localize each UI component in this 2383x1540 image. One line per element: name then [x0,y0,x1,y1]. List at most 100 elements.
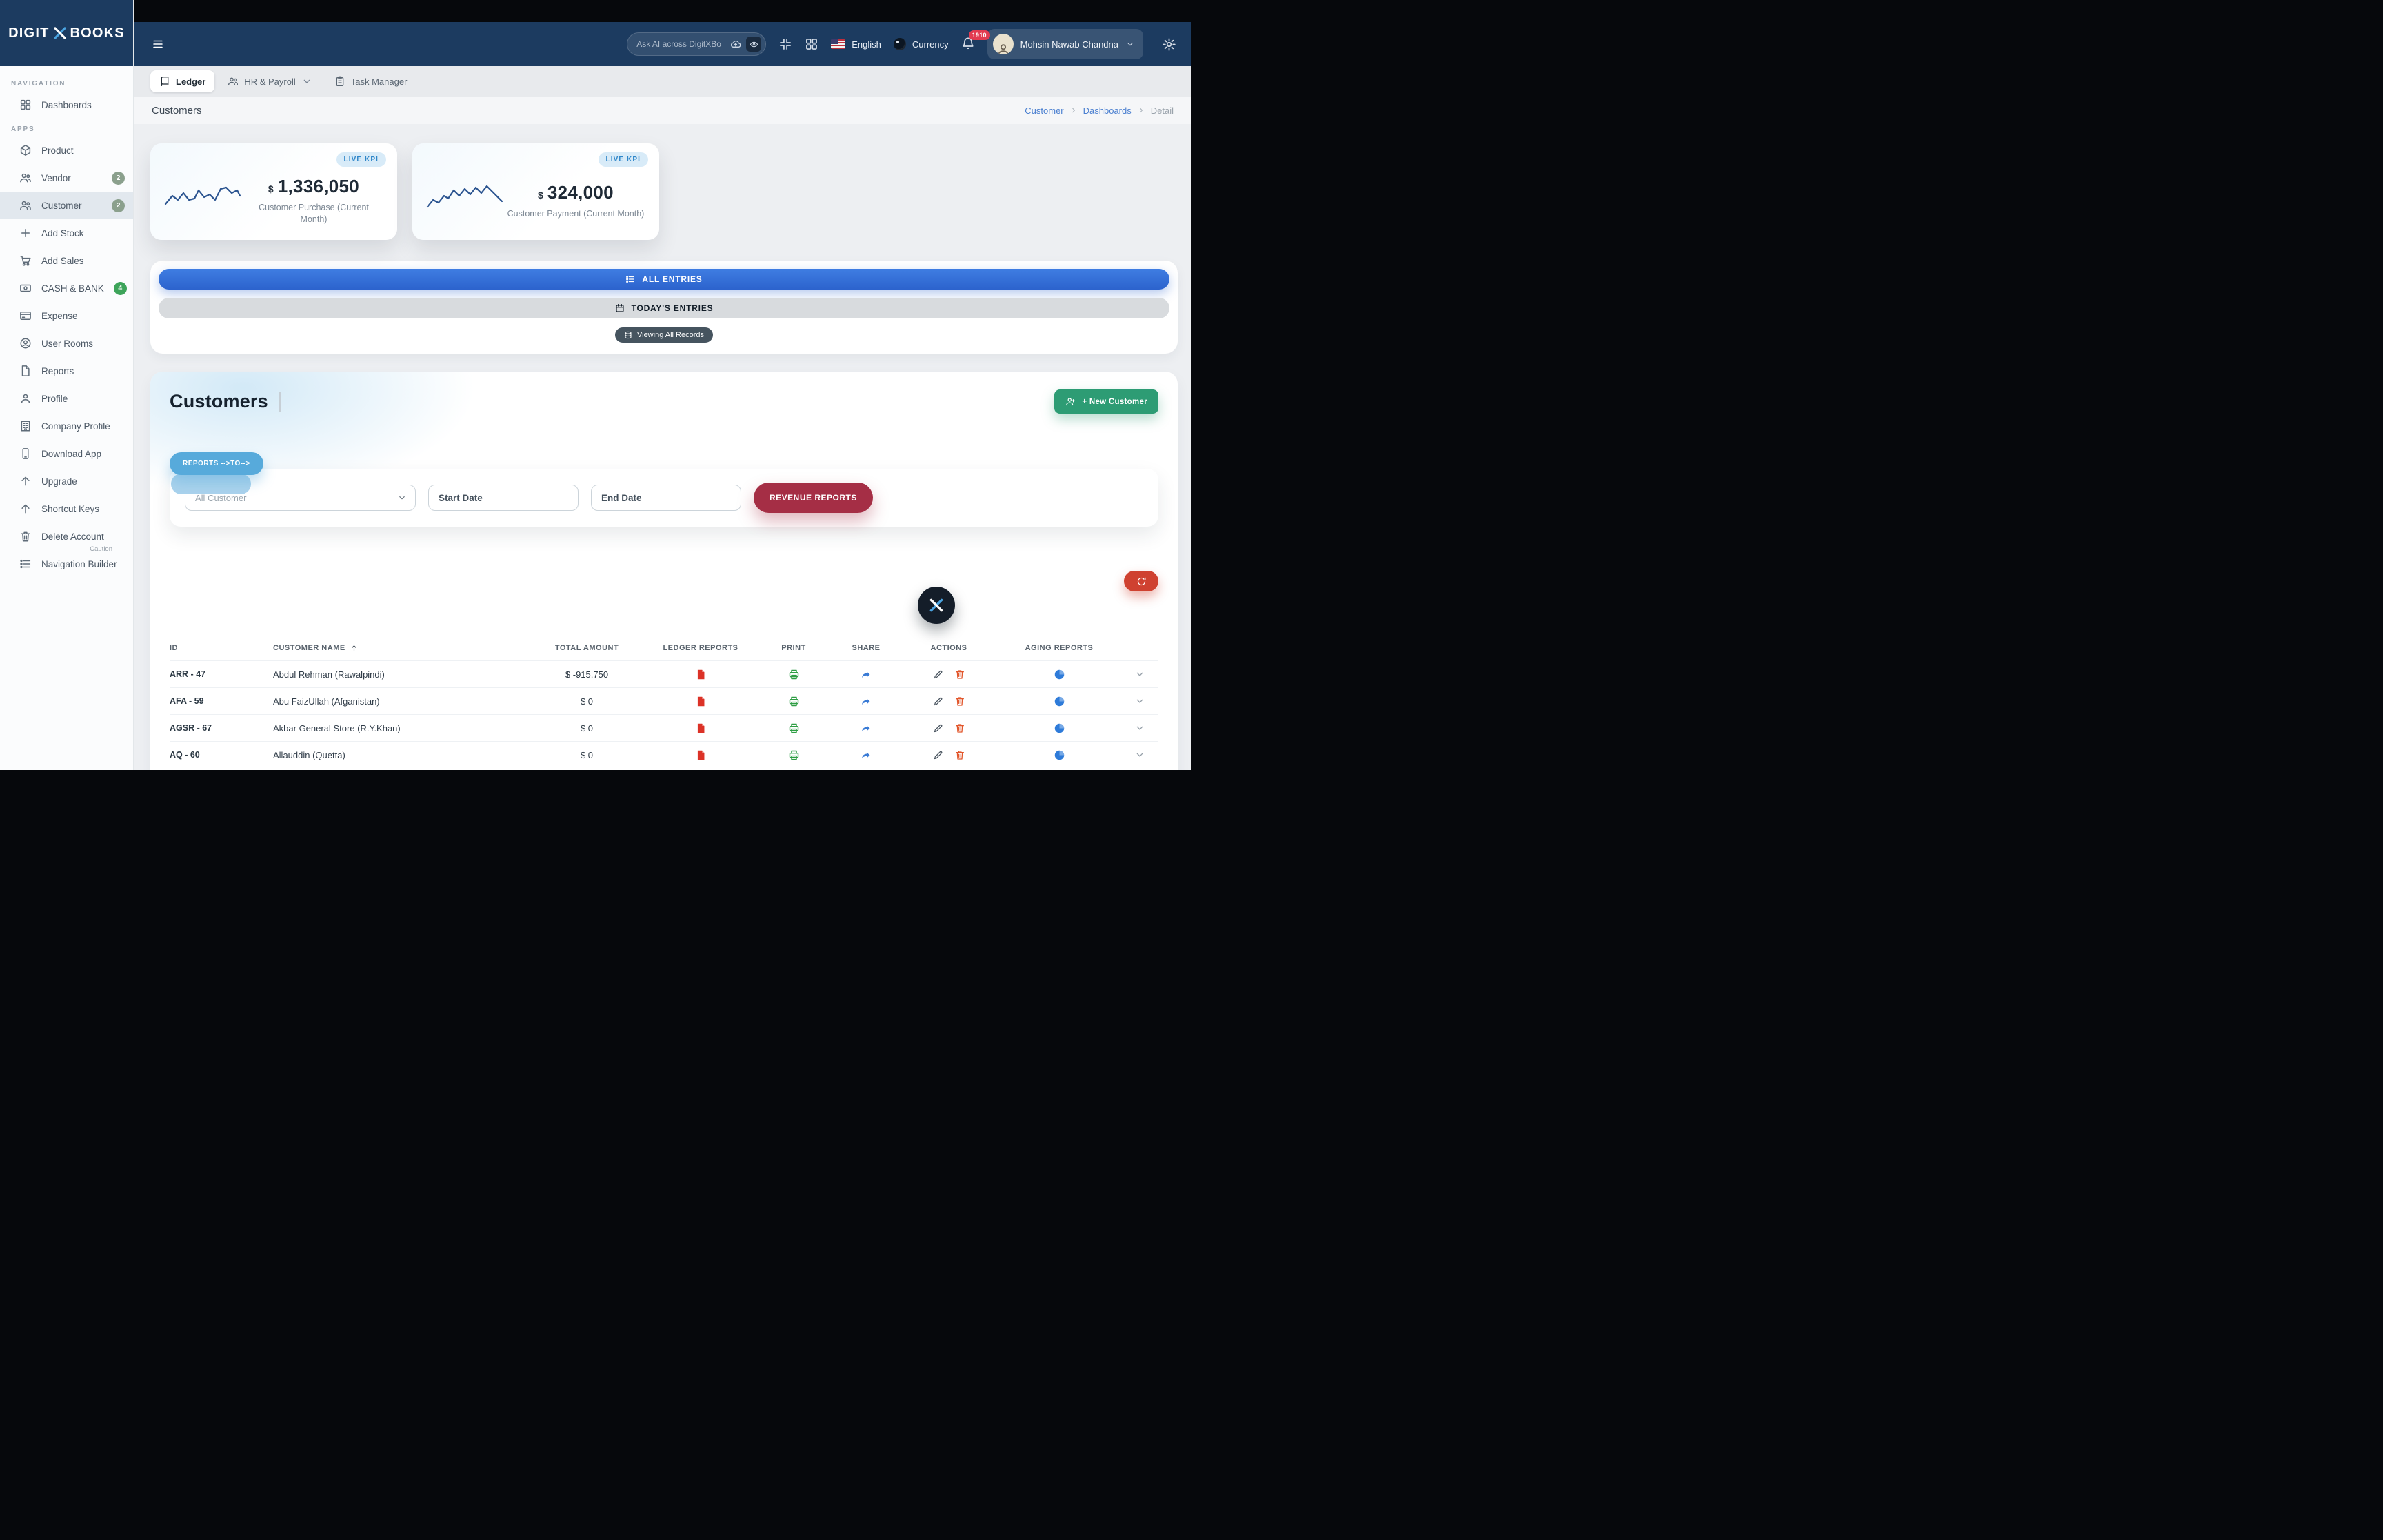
pdf-icon[interactable] [695,696,707,707]
sidebar-item-profile[interactable]: Profile [0,385,133,412]
sidebar-nav: NAVIGATION Dashboards APPS Product Vendo… [0,66,133,770]
share-icon[interactable] [861,696,872,707]
sidebar-item-add-stock[interactable]: Add Stock [0,219,133,247]
aging-report-icon[interactable] [1054,696,1065,707]
user-menu[interactable]: Mohsin Nawab Chandna [987,29,1143,59]
ai-search-input[interactable] [636,39,725,49]
visibility-toggle-button[interactable] [746,37,761,52]
print-icon[interactable] [788,749,800,761]
apps-grid-icon[interactable] [805,37,818,51]
revenue-reports-button[interactable]: REVENUE REPORTS [754,483,873,513]
new-customer-label: + New Customer [1082,398,1147,406]
tab-label: Task Manager [351,77,408,87]
header-id: ID [170,644,178,652]
sidebar-item-expense[interactable]: Expense [0,302,133,330]
aging-report-icon[interactable] [1054,722,1065,734]
fullscreen-icon[interactable] [778,37,792,51]
language-selector[interactable]: English [831,39,881,50]
pdf-icon[interactable] [695,722,707,734]
sidebar-item-upgrade[interactable]: Upgrade [0,467,133,495]
customers-heading: Customers [170,391,268,412]
print-icon[interactable] [788,722,800,734]
clipboard-icon [334,76,345,87]
arrow-up-icon [19,475,32,487]
header-print: PRINT [781,644,806,652]
sidebar-item-shortcut-keys[interactable]: Shortcut Keys [0,495,133,523]
edit-icon[interactable] [933,723,943,733]
breadcrumb-customer[interactable]: Customer [1025,105,1063,116]
sidebar-item-add-sales[interactable]: Add Sales [0,247,133,274]
edit-icon[interactable] [933,696,943,707]
share-icon[interactable] [861,749,872,761]
cloud-upload-icon[interactable] [730,39,741,50]
table-row[interactable]: AFA - 59 Abu FaizUllah (Afganistan) $ 0 [170,687,1158,714]
app-logo[interactable]: DIGIT BOOKS [0,0,133,66]
refresh-button[interactable] [1124,571,1158,591]
aging-report-icon[interactable] [1054,669,1065,680]
todays-entries-button[interactable]: TODAY'S ENTRIES [159,298,1169,318]
sidebar-item-user-rooms[interactable]: User Rooms [0,330,133,357]
share-icon[interactable] [861,669,872,680]
tab-task-manager[interactable]: Task Manager [325,70,416,92]
expand-row-icon[interactable] [1134,722,1145,733]
viewing-records-pill[interactable]: Viewing All Records [615,327,713,343]
total-amount: $ 0 [581,696,593,707]
user-name: Mohsin Nawab Chandna [1020,39,1118,50]
aging-report-icon[interactable] [1054,749,1065,761]
table-row[interactable]: AGSR - 67 Akbar General Store (R.Y.Khan)… [170,714,1158,741]
sidebar-item-download-app[interactable]: Download App [0,440,133,467]
tab-hr-payroll[interactable]: HR & Payroll [219,70,321,92]
plus-icon [19,227,32,239]
kpi-card-customer-payment: LIVE KPI $ 324,000 Customer Payment (Cur… [412,143,659,240]
start-date-input[interactable] [428,485,579,511]
print-icon[interactable] [788,669,800,680]
expand-row-icon[interactable] [1134,696,1145,707]
share-icon[interactable] [861,722,872,734]
edit-icon[interactable] [933,669,943,680]
expand-row-icon[interactable] [1134,749,1145,760]
sidebar-item-customer[interactable]: Customer 2 [0,192,133,219]
settings-button[interactable] [1157,32,1180,56]
sort-asc-icon[interactable] [350,644,359,653]
table-row[interactable]: ARR - 47 Abdul Rehman (Rawalpindi) $ -91… [170,660,1158,687]
pdf-icon[interactable] [695,749,707,761]
tab-ledger[interactable]: Ledger [150,70,214,92]
heading-divider [279,392,281,412]
delete-icon[interactable] [954,722,965,733]
sidebar-item-dashboards[interactable]: Dashboards [0,91,133,119]
table-row[interactable]: AQ - 60 Allauddin (Quetta) $ 0 [170,741,1158,768]
notifications-button[interactable]: 1910 [961,36,975,53]
sidebar-item-product[interactable]: Product [0,136,133,164]
sidebar-item-vendor[interactable]: Vendor 2 [0,164,133,192]
notifications-badge: 1910 [969,30,990,40]
reports-pill-button[interactable]: REPORTS -->TO--> [170,452,263,475]
sidebar-item-navigation-builder[interactable]: Navigation Builder [0,550,133,578]
calendar-icon [615,303,625,313]
new-customer-button[interactable]: + New Customer [1054,389,1158,414]
app-root: DIGIT BOOKS NAVIGATION Dashboards APPS P… [0,0,1192,770]
sidebar-item-delete-account[interactable]: Delete Account Caution [0,523,133,550]
eye-icon [750,40,758,49]
breadcrumb-dashboards[interactable]: Dashboards [1083,105,1132,116]
sidebar-item-label: Customer [41,201,82,211]
all-entries-button[interactable]: ALL ENTRIES [159,269,1169,290]
pdf-icon[interactable] [695,669,707,680]
sidebar-item-label: Profile [41,394,68,404]
print-icon[interactable] [788,696,800,707]
end-date-input[interactable] [591,485,741,511]
sidebar-item-reports[interactable]: Reports [0,357,133,385]
customer-name: Abdul Rehman (Rawalpindi) [273,669,385,680]
user-plus-icon [1065,396,1076,407]
delete-icon[interactable] [954,669,965,680]
customer-id: AGSR - 67 [170,723,212,733]
sidebar-item-company-profile[interactable]: Company Profile [0,412,133,440]
main-column: English Currency 1910 Mohsin Nawab Chand… [134,0,1192,770]
module-tabs: Ledger HR & Payroll Task Manager [134,66,1192,97]
delete-icon[interactable] [954,696,965,707]
sidebar-item-cash-bank[interactable]: CASH & BANK 4 [0,274,133,302]
menu-button[interactable] [148,34,168,54]
edit-icon[interactable] [933,750,943,760]
expand-row-icon[interactable] [1134,669,1145,680]
delete-icon[interactable] [954,749,965,760]
currency-selector[interactable]: Currency [894,38,949,50]
